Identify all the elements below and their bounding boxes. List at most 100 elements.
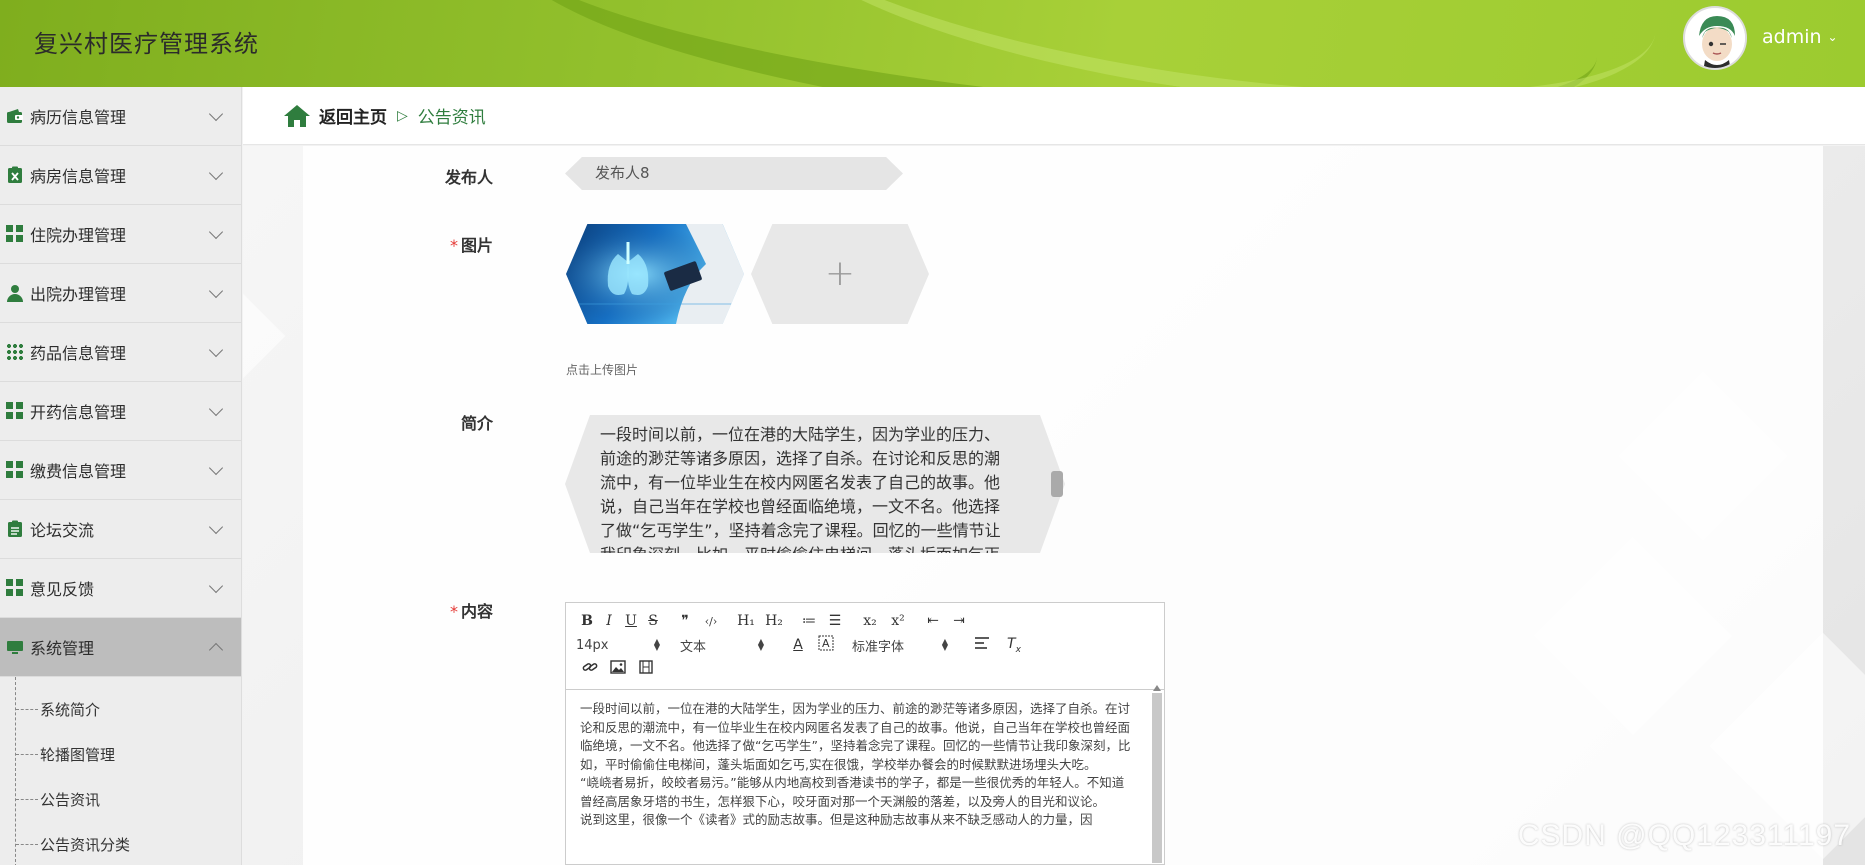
- avatar[interactable]: [1683, 6, 1747, 70]
- dots-grid-icon: [6, 343, 24, 361]
- chevron-down-icon: [208, 224, 224, 240]
- chevron-up-icon: [208, 642, 224, 658]
- chevron-down-icon: [208, 519, 224, 535]
- chevron-down-icon: [208, 578, 224, 594]
- indent-button[interactable]: ⇥: [946, 613, 972, 629]
- superscript-button[interactable]: x²: [884, 613, 912, 629]
- underline-button[interactable]: U: [620, 613, 642, 629]
- required-mark: *: [449, 236, 458, 255]
- bullet-list-button[interactable]: ☰: [822, 613, 848, 629]
- select-arrows-icon: ▲ ▼: [653, 637, 660, 652]
- breadcrumb-separator: ▷: [397, 107, 408, 124]
- content-label-text: 内容: [460, 602, 493, 621]
- editor-paragraph: 说到这里，很像一个《读者》式的励志故事。但是这种励志故事从来不缺乏感动人的力量，…: [580, 812, 1093, 827]
- outdent-button[interactable]: ⇤: [920, 613, 946, 629]
- breadcrumb: 返回主页 ▷ 公告资讯: [243, 87, 1865, 145]
- editor-toolbar: B I U S ❞ ‹/› H₁ H₂ ≔ ☰ x₂ x² ⇤ ⇥ 14px ▲…: [566, 603, 1164, 690]
- wallet-icon: [6, 107, 24, 125]
- username: admin: [1762, 26, 1822, 48]
- person-icon: [6, 284, 24, 302]
- uploaded-image[interactable]: [566, 224, 744, 324]
- editor-scrollbar[interactable]: [1152, 685, 1162, 863]
- ordered-list-button[interactable]: ≔: [796, 613, 822, 629]
- sidebar-item-label: 病房信息管理: [30, 167, 127, 186]
- font-size-select[interactable]: 14px ▲ ▼: [576, 638, 660, 653]
- subscript-button[interactable]: x₂: [856, 613, 884, 629]
- video-icon[interactable]: [632, 660, 660, 678]
- chevron-down-icon: [208, 283, 224, 299]
- grid-icon: [6, 225, 24, 243]
- strike-button[interactable]: S: [642, 613, 664, 629]
- sidebar-item-label: 系统管理: [30, 639, 95, 658]
- top-header: 复兴村医疗管理系统 admin ⌄: [0, 0, 1865, 87]
- sidebar-item-label: 论坛交流: [30, 521, 95, 540]
- grid-icon: [6, 461, 24, 479]
- background-color-icon[interactable]: A: [812, 635, 840, 655]
- bold-button[interactable]: B: [576, 613, 598, 629]
- sidebar-item-label: 出院办理管理: [30, 285, 127, 304]
- intro-scrollbar[interactable]: [1051, 471, 1063, 497]
- sidebar-item-prescription[interactable]: 开药信息管理: [0, 382, 241, 441]
- home-icon[interactable]: [283, 104, 311, 128]
- clipboard-icon: [6, 520, 24, 538]
- grid-icon: [6, 402, 24, 420]
- image-icon[interactable]: [604, 660, 632, 678]
- sidebar-item-medicine[interactable]: 药品信息管理: [0, 323, 241, 382]
- plus-icon: +: [824, 253, 856, 294]
- chevron-down-icon: [208, 401, 224, 417]
- sidebar-item-label: 意见反馈: [30, 580, 95, 599]
- sidebar-item-medical-records[interactable]: 病历信息管理: [0, 87, 241, 146]
- chevron-down-icon: [208, 342, 224, 358]
- chevron-down-icon: [208, 165, 224, 181]
- chevron-down-icon: [208, 460, 224, 476]
- system-submenu: 系统简介 轮播图管理 公告资讯 公告资讯分类: [0, 677, 241, 865]
- rich-text-editor: B I U S ❞ ‹/› H₁ H₂ ≔ ☰ x₂ x² ⇤ ⇥ 14px ▲…: [565, 602, 1165, 865]
- font-family-select[interactable]: 标准字体 ▲ ▼: [852, 636, 948, 655]
- form-panel: 发布人 发布人8 * 图片 + 点击上传图片 简介 一段时间以前，一位在港的大陆…: [303, 146, 1823, 865]
- user-menu[interactable]: admin ⌄: [1762, 26, 1838, 48]
- font-color-icon[interactable]: A: [784, 637, 812, 653]
- publisher-field[interactable]: 发布人8: [565, 157, 903, 190]
- submenu-item-system-intro[interactable]: 系统简介: [0, 687, 241, 732]
- image-label-text: 图片: [460, 236, 493, 255]
- block-format-value: 文本: [680, 639, 707, 655]
- submenu-item-announcements[interactable]: 公告资讯: [0, 777, 241, 822]
- home-link[interactable]: 返回主页: [319, 103, 387, 128]
- editor-paragraph: 一段时间以前，一位在港的大陆学生，因为学业的压力、前途的渺茫等诸多原因，选择了自…: [580, 701, 1131, 772]
- clear-format-icon[interactable]: Tx: [996, 636, 1032, 655]
- sidebar-item-label: 开药信息管理: [30, 403, 127, 422]
- svg-text:A: A: [822, 637, 830, 650]
- upload-button[interactable]: +: [751, 224, 929, 324]
- upload-tip: 点击上传图片: [566, 363, 639, 377]
- submenu-item-carousel[interactable]: 轮播图管理: [0, 732, 241, 777]
- app-title: 复兴村医疗管理系统: [34, 30, 259, 58]
- publisher-label: 发布人: [413, 164, 493, 188]
- font-family-value: 标准字体: [852, 639, 905, 655]
- publisher-label-text: 发布人: [444, 168, 493, 187]
- h2-button[interactable]: H₂: [760, 613, 788, 629]
- sidebar-item-discharge[interactable]: 出院办理管理: [0, 264, 241, 323]
- sidebar-item-admission[interactable]: 住院办理管理: [0, 205, 241, 264]
- sidebar-item-payment[interactable]: 缴费信息管理: [0, 441, 241, 500]
- intro-textarea[interactable]: 一段时间以前，一位在港的大陆学生，因为学业的压力、前途的渺茫等诸多原因，选择了自…: [565, 415, 1065, 553]
- sidebar-item-feedback[interactable]: 意见反馈: [0, 559, 241, 618]
- background-tile: [243, 293, 286, 379]
- h1-button[interactable]: H₁: [732, 613, 760, 629]
- grid-icon: [6, 579, 24, 597]
- sidebar-item-system[interactable]: 系统管理: [0, 618, 241, 677]
- sidebar-item-forum[interactable]: 论坛交流: [0, 500, 241, 559]
- align-icon[interactable]: [968, 636, 996, 654]
- sidebar-item-label: 病历信息管理: [30, 108, 127, 127]
- code-block-button[interactable]: ‹/›: [698, 615, 724, 628]
- main-content: 发布人 发布人8 * 图片 + 点击上传图片 简介 一段时间以前，一位在港的大陆…: [243, 146, 1865, 865]
- italic-button[interactable]: I: [598, 613, 620, 629]
- block-format-select[interactable]: 文本 ▲ ▼: [680, 636, 764, 655]
- sidebar-item-wards[interactable]: 病房信息管理: [0, 146, 241, 205]
- editor-content[interactable]: 一段时间以前，一位在港的大陆学生，因为学业的压力、前途的渺茫等诸多原因，选择了自…: [566, 690, 1164, 865]
- link-icon[interactable]: [576, 660, 604, 678]
- editor-paragraph: “峣峣者易折，皎皎者易污。”能够从内地高校到香港读书的学子，都是一些很优秀的年轻…: [580, 775, 1125, 809]
- blockquote-button[interactable]: ❞: [672, 613, 698, 629]
- content-label: * 内容: [413, 598, 493, 622]
- submenu-item-announcement-category[interactable]: 公告资讯分类: [0, 822, 241, 865]
- monitor-icon: [6, 638, 24, 656]
